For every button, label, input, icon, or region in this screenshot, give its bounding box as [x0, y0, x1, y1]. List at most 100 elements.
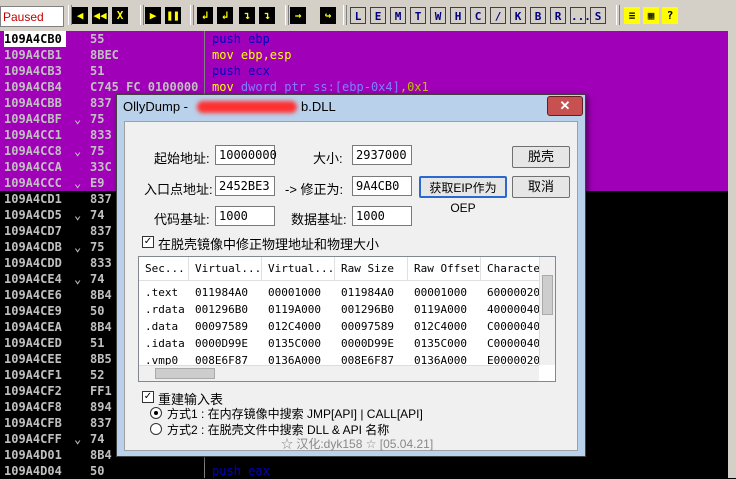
toolbar-button-3[interactable]: ▶ — [145, 7, 161, 24]
disasm-row[interactable]: 109A4CB0 55 push ebp — [0, 31, 728, 47]
table-cell[interactable]: 001296B0 — [337, 302, 394, 318]
address-cell: 109A4CD5 — [4, 208, 62, 222]
column-header[interactable]: Raw Size — [335, 257, 408, 281]
table-cell[interactable]: 0000D99E — [191, 336, 248, 352]
hex-dump-cell: 50 — [90, 464, 105, 478]
column-header[interactable]: Sec... — [139, 257, 189, 281]
table-cell[interactable]: 0135C000 — [264, 336, 321, 352]
column-header[interactable]: Virtual... — [189, 257, 262, 281]
start-addr-field[interactable]: 10000000 — [215, 145, 277, 165]
disasm-row[interactable]: 109A4CB4 C745 FC 0100000 mov dword ptr ss:… — [0, 79, 728, 95]
instruction-token: eax — [248, 464, 270, 478]
disasm-row[interactable]: 109A4CB3 51 push ecx — [0, 63, 728, 79]
data-base-field[interactable]: 1000 — [352, 206, 412, 226]
fix-to-field[interactable]: 9A4CB0 — [352, 176, 412, 196]
size-field[interactable]: 2937000 — [352, 145, 412, 165]
hex-dump-cell: 52 — [90, 368, 105, 382]
toolbar-button-7[interactable]: ↴ — [239, 7, 255, 24]
disassembly-scrollbar[interactable] — [728, 31, 736, 478]
toolbar-letter-8[interactable]: K — [510, 7, 526, 24]
toolbar-letter-3[interactable]: T — [410, 7, 426, 24]
table-cell[interactable]: 0119A000 — [410, 302, 467, 318]
method1-label: 方式1 : 在内存镜像中搜索 JMP[API] | CALL[API] — [167, 407, 423, 421]
table-cell[interactable]: 60000020 — [483, 285, 540, 301]
toolbar-button-6[interactable]: ↲ — [217, 7, 233, 24]
table-cell[interactable]: .rdata — [141, 302, 185, 318]
address-cell: 109A4CF8 — [4, 400, 62, 414]
toolbar-button-4[interactable]: ❚❚ — [165, 7, 181, 24]
toolbar-button-2[interactable]: X — [112, 7, 128, 24]
hex-dump-cell: 837 — [90, 192, 112, 206]
toolbar-letter-11[interactable]: ... — [570, 7, 591, 24]
hex-dump-cell: 894 — [90, 400, 112, 414]
horizontal-scroll-thumb[interactable] — [155, 368, 215, 379]
table-cell[interactable]: C0000040 — [483, 336, 540, 352]
toolbar-letter-4[interactable]: W — [430, 7, 446, 24]
cancel-button[interactable]: 取消 — [512, 176, 570, 198]
code-base-field[interactable]: 1000 — [215, 206, 275, 226]
disasm-row[interactable]: 109A4D04 50 push eax — [0, 463, 728, 479]
toolbar-letter-2[interactable]: M — [390, 7, 406, 24]
jump-arrow-icon: ⌄ — [74, 176, 82, 190]
fix-raw-checkbox[interactable]: ✓ — [142, 236, 154, 248]
table-cell[interactable]: .text — [141, 285, 178, 301]
toolbar-button-8[interactable]: ↴ — [259, 7, 275, 24]
address-cell: 109A4CC1 — [4, 128, 62, 142]
unpack-button[interactable]: 脱壳 — [512, 146, 570, 168]
hex-dump-cell: 75 — [90, 240, 105, 254]
instruction-token: ecx — [248, 64, 270, 78]
table-cell[interactable]: 012C4000 — [410, 319, 467, 335]
table-cell[interactable]: .data — [141, 319, 178, 335]
toolbar-button-10[interactable]: ↪ — [320, 7, 336, 24]
column-header[interactable]: Raw Offset — [408, 257, 481, 281]
help-icon[interactable]: ? — [662, 7, 678, 24]
table-horizontal-scrollbar[interactable] — [139, 365, 539, 381]
toolbar-button-0[interactable]: ◀ — [72, 7, 88, 24]
toolbar-letter-0[interactable]: L — [350, 7, 366, 24]
table-cell[interactable]: 012C4000 — [264, 319, 321, 335]
toolbar-letter-1[interactable]: E — [370, 7, 386, 24]
table-cell[interactable]: .idata — [141, 336, 185, 352]
table-cell[interactable]: 001296B0 — [191, 302, 248, 318]
toolbar-button-1[interactable]: ◀◀ — [92, 7, 108, 24]
get-eip-as-oep-button[interactable]: 获取EIP作为OEP — [419, 176, 507, 215]
table-cell[interactable]: 00097589 — [337, 319, 394, 335]
table-cell[interactable]: 0135C000 — [410, 336, 467, 352]
hex-dump-cell: E9 — [90, 176, 105, 190]
toolbar-letter-5[interactable]: H — [450, 7, 466, 24]
toolbar-letter-9[interactable]: B — [530, 7, 546, 24]
hex-dump-cell: 8B4 — [90, 288, 112, 302]
address-cell: 109A4CC8 — [4, 144, 62, 158]
table-vertical-scrollbar[interactable] — [539, 257, 555, 365]
address-cell: 109A4CFF — [4, 432, 62, 446]
toolbar-button-9[interactable]: → — [290, 7, 306, 24]
column-header[interactable]: Virtual... — [262, 257, 335, 281]
list-icon[interactable]: ≡ — [624, 7, 640, 24]
method1-radio[interactable] — [150, 407, 162, 419]
table-cell[interactable]: 011984A0 — [337, 285, 394, 301]
instruction-cell: mov dword ptr ss:[ebp-0x4],0x1 — [212, 79, 429, 95]
table-cell[interactable]: 011984A0 — [191, 285, 248, 301]
table-cell[interactable]: 00097589 — [191, 319, 248, 335]
toolbar-letter-10[interactable]: R — [550, 7, 566, 24]
address-cell: 109A4CF1 — [4, 368, 62, 382]
close-button[interactable]: ✕ — [547, 96, 583, 116]
instruction-cell: push ebp — [212, 31, 270, 47]
grid-icon[interactable]: ▦ — [643, 7, 659, 24]
toolbar-letter-7[interactable]: / — [490, 7, 506, 24]
disasm-row[interactable]: 109A4CB1 8BEC mov ebp,esp — [0, 47, 728, 63]
toolbar-letter-12[interactable]: S — [590, 7, 606, 24]
table-cell[interactable]: 40000040 — [483, 302, 540, 318]
method2-radio[interactable] — [150, 423, 162, 435]
table-cell[interactable]: 0000D99E — [337, 336, 394, 352]
dialog-title-suffix: b.DLL — [301, 99, 336, 114]
table-cell[interactable]: 00001000 — [264, 285, 321, 301]
entry-point-field[interactable]: 2452BE3 — [215, 176, 275, 196]
toolbar-letter-6[interactable]: C — [470, 7, 486, 24]
toolbar-button-5[interactable]: ↲ — [197, 7, 213, 24]
table-cell[interactable]: 00001000 — [410, 285, 467, 301]
rebuild-import-checkbox[interactable]: ✓ — [142, 391, 154, 403]
table-cell[interactable]: 0119A000 — [264, 302, 321, 318]
table-cell[interactable]: C0000040 — [483, 319, 540, 335]
vertical-scroll-thumb[interactable] — [542, 275, 553, 315]
